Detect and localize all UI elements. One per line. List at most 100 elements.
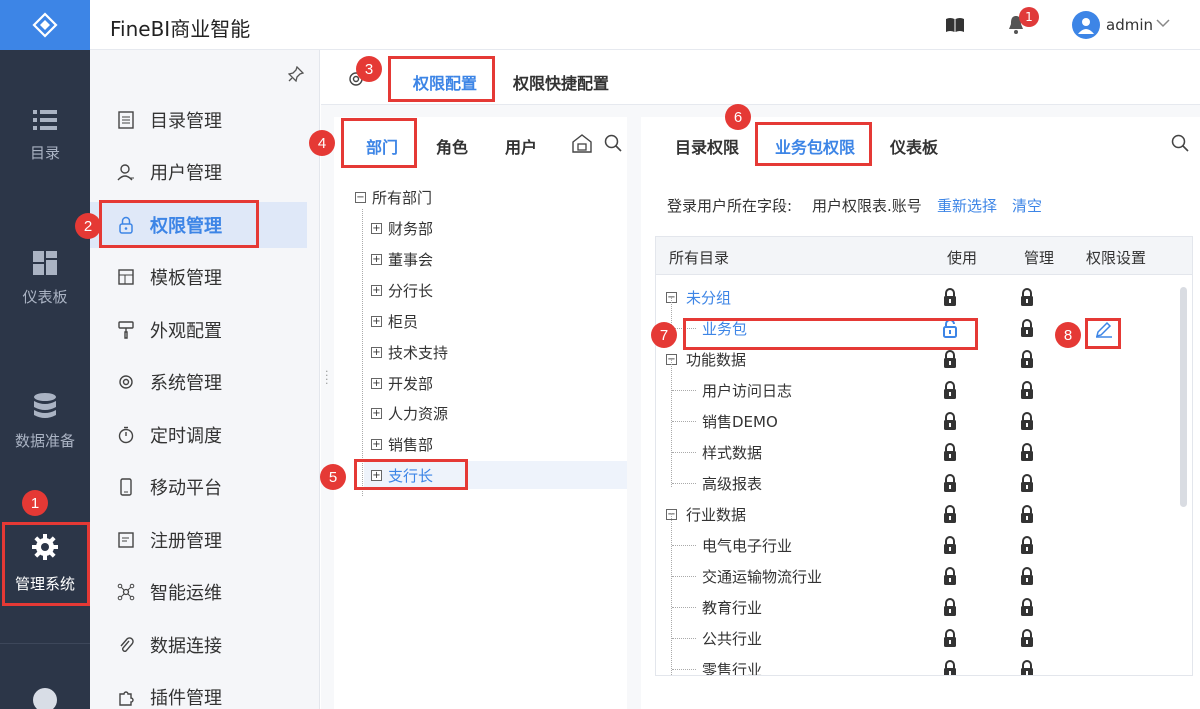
tree-item[interactable]: + 人力资源: [371, 399, 448, 427]
tree-item[interactable]: + 销售部: [371, 430, 433, 458]
annotation-marker: 2: [75, 213, 101, 239]
tree-item[interactable]: + 分行长: [371, 276, 433, 304]
expand-icon[interactable]: +: [371, 315, 382, 327]
sidebar-item-templates[interactable]: 模板管理: [90, 254, 307, 300]
tree-item[interactable]: + 柜员: [371, 307, 418, 335]
sidebar-item-users[interactable]: 用户管理: [90, 149, 307, 195]
nav-item-catalog[interactable]: 目录: [0, 108, 90, 163]
lock-icon[interactable]: [942, 535, 958, 559]
highlight-box: [683, 318, 978, 350]
table-row[interactable]: 交通运输物流行业: [656, 561, 1176, 591]
username[interactable]: admin: [1106, 16, 1153, 34]
tab-catalog-permission[interactable]: 目录权限: [675, 134, 739, 158]
table-row[interactable]: − 未分组: [656, 282, 1176, 312]
tree-root[interactable]: − 所有部门: [355, 183, 432, 211]
sidebar-item-ops[interactable]: 智能运维: [90, 569, 307, 615]
lock-icon[interactable]: [942, 628, 958, 652]
row-name: 样式数据: [702, 444, 763, 462]
pin-icon[interactable]: [288, 66, 304, 82]
table-row[interactable]: 用户访问日志: [656, 375, 1176, 405]
table-row[interactable]: 教育行业: [656, 592, 1176, 622]
avatar[interactable]: [1072, 11, 1100, 39]
tab-dashboard-permission[interactable]: 仪表板: [890, 134, 938, 158]
clear-link[interactable]: 清空: [1012, 195, 1042, 216]
lock-icon[interactable]: [1019, 380, 1035, 404]
lock-icon[interactable]: [1019, 504, 1035, 528]
row-name[interactable]: 未分组: [686, 287, 731, 308]
table-row[interactable]: 零售行业: [656, 654, 1176, 675]
tab-permission-quick-config[interactable]: 权限快捷配置: [513, 70, 609, 94]
sidebar-item-connections[interactable]: 数据连接: [90, 622, 307, 668]
table-row[interactable]: 高级报表: [656, 468, 1176, 498]
highlight-box: [99, 200, 259, 248]
lock-icon[interactable]: [942, 504, 958, 528]
lock-icon[interactable]: [1019, 318, 1035, 342]
nav-item-data-prep[interactable]: 数据准备: [0, 392, 90, 451]
book-icon[interactable]: [945, 17, 965, 33]
lock-icon[interactable]: [1019, 535, 1035, 559]
lock-icon[interactable]: [942, 659, 958, 675]
sidebar-item-schedule[interactable]: 定时调度: [90, 412, 307, 458]
nav-item-dashboard[interactable]: 仪表板: [0, 250, 90, 307]
tree-item[interactable]: + 技术支持: [371, 338, 448, 366]
lock-icon[interactable]: [1019, 473, 1035, 497]
table-row[interactable]: 销售DEMO: [656, 406, 1176, 436]
sidebar-item-register[interactable]: 注册管理: [90, 517, 307, 563]
table-row[interactable]: 样式数据: [656, 437, 1176, 467]
sidebar-item-plugins[interactable]: 插件管理: [90, 674, 307, 709]
sidebar-item-appearance[interactable]: 外观配置: [90, 307, 307, 353]
lock-icon[interactable]: [1019, 597, 1035, 621]
logo[interactable]: [0, 0, 90, 50]
lock-icon[interactable]: [1019, 659, 1035, 675]
register-icon: [116, 530, 136, 550]
org-lock-icon[interactable]: [571, 133, 593, 153]
chevron-down-icon[interactable]: [1156, 18, 1170, 28]
lock-icon[interactable]: [1019, 287, 1035, 311]
lock-icon[interactable]: [942, 380, 958, 404]
expand-icon[interactable]: +: [371, 346, 382, 358]
search-icon[interactable]: [1171, 134, 1189, 152]
tab-user[interactable]: 用户: [505, 134, 537, 158]
sidebar-item-catalog[interactable]: 目录管理: [90, 97, 307, 143]
expand-icon[interactable]: +: [371, 284, 382, 296]
lock-icon[interactable]: [942, 411, 958, 435]
lock-icon[interactable]: [942, 566, 958, 590]
collapse-icon[interactable]: −: [355, 191, 366, 203]
table-row[interactable]: 公共行业: [656, 623, 1176, 653]
expand-icon[interactable]: +: [371, 222, 382, 234]
expand-icon[interactable]: +: [371, 253, 382, 265]
lock-icon[interactable]: [1019, 628, 1035, 652]
lock-icon[interactable]: [942, 287, 958, 311]
search-icon[interactable]: [604, 134, 622, 152]
table-row[interactable]: 电气电子行业: [656, 530, 1176, 560]
expand-icon[interactable]: +: [371, 407, 382, 419]
tree-item[interactable]: + 董事会: [371, 245, 433, 273]
expand-icon[interactable]: +: [371, 377, 382, 389]
top-header: FineBI商业智能 1 admin: [90, 0, 1200, 50]
sidebar-item-mobile[interactable]: 移动平台: [90, 464, 307, 510]
table-row[interactable]: − 行业数据: [656, 499, 1176, 529]
lock-icon[interactable]: [942, 597, 958, 621]
lock-icon[interactable]: [942, 442, 958, 466]
lock-icon[interactable]: [1019, 442, 1035, 466]
annotation-marker: 8: [1055, 322, 1081, 348]
lock-icon[interactable]: [942, 473, 958, 497]
tree-item[interactable]: + 开发部: [371, 369, 433, 397]
field-label: 登录用户所在字段:: [667, 197, 793, 215]
tab-role[interactable]: 角色: [436, 134, 468, 158]
expand-icon[interactable]: +: [371, 438, 382, 450]
tree-item[interactable]: + 财务部: [371, 214, 433, 242]
lock-icon[interactable]: [1019, 411, 1035, 435]
lock-icon[interactable]: [942, 349, 958, 373]
lock-icon[interactable]: [1019, 349, 1035, 373]
lock-icon[interactable]: [1019, 566, 1035, 590]
user-icon: [116, 162, 136, 182]
add-icon[interactable]: [33, 688, 57, 709]
reselect-link[interactable]: 重新选择: [937, 195, 997, 216]
sidebar-item-system[interactable]: 系统管理: [90, 359, 307, 405]
tree-connector: [672, 452, 696, 453]
scrollbar[interactable]: [1180, 287, 1187, 507]
resize-handle[interactable]: ····: [325, 366, 329, 389]
timer-icon: [116, 425, 136, 445]
tree-connector: [672, 669, 696, 670]
